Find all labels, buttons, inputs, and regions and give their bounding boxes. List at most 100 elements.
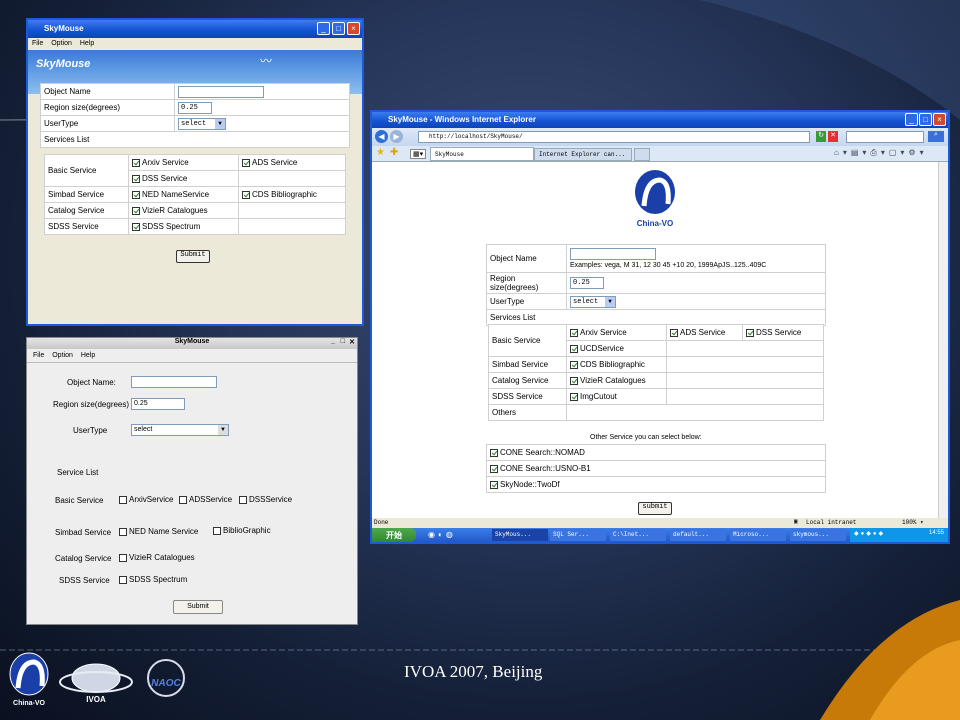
window-title: SkyMouse — [174, 338, 210, 345]
zoom-control[interactable]: 100% ▾ — [902, 519, 924, 526]
checkbox-bibliographic[interactable] — [213, 526, 221, 535]
object-name-input[interactable] — [570, 248, 656, 260]
checkbox-cds[interactable] — [242, 190, 250, 199]
window-titlebar[interactable]: SkyMouse — [28, 20, 362, 38]
checkbox-vizier[interactable] — [132, 206, 140, 215]
maximize-button[interactable]: □ — [919, 113, 932, 126]
quicklaunch-icons[interactable]: ◉◐◍ — [428, 530, 456, 539]
minimize-button[interactable]: _ — [331, 338, 335, 345]
taskbar-item[interactable]: SQL Ser... — [550, 529, 606, 541]
tab-list-icon[interactable]: ▦▾ — [410, 149, 427, 159]
maximize-button[interactable]: □ — [332, 22, 345, 35]
checkbox-dss[interactable] — [132, 174, 140, 183]
label-object-name: Object Name: — [67, 378, 116, 387]
checkbox-cone-nomad[interactable] — [490, 448, 498, 457]
refresh-icon[interactable]: ↻ — [816, 131, 826, 142]
menu-file[interactable]: File — [33, 352, 44, 359]
menu-file[interactable]: File — [32, 40, 43, 47]
new-tab-button[interactable] — [634, 148, 650, 161]
service-sdss: SDSS Service — [488, 388, 567, 405]
address-input[interactable]: http://localhost/SkyMouse/ — [418, 131, 810, 143]
checkbox-cone-usno[interactable] — [490, 464, 498, 473]
submit-button[interactable]: Submit — [173, 600, 223, 614]
usertype-select[interactable]: select ▼ — [570, 295, 616, 308]
add-favorites-icon[interactable]: ✚ — [390, 147, 398, 158]
usertype-value: select — [134, 426, 153, 433]
checkbox-sdss[interactable] — [132, 222, 140, 231]
search-icon[interactable]: ⌕ — [928, 131, 944, 142]
stop-icon[interactable]: ✕ — [828, 131, 838, 142]
checkbox-skynode[interactable] — [490, 480, 498, 489]
zone-icon: ▣ — [794, 518, 798, 525]
address-value: http://localhost/SkyMouse/ — [429, 133, 523, 140]
ads-label: ADSService — [189, 495, 233, 504]
examples-text: Examples: vega, M 31, 12 30 45 +10 20, 1… — [570, 262, 767, 269]
taskbar-item[interactable]: skymous... — [790, 529, 846, 541]
tab-ie-error[interactable]: Internet Explorer can... — [534, 148, 632, 161]
checkbox-dss[interactable] — [239, 495, 247, 504]
service-basic: Basic Service — [44, 154, 129, 187]
menu-option[interactable]: Option — [51, 40, 72, 47]
menu-option[interactable]: Option — [52, 352, 73, 359]
label-object-name: Object Name — [486, 244, 567, 273]
submit-button[interactable]: submit — [638, 502, 672, 515]
region-input[interactable]: 0.25 — [131, 398, 185, 410]
vizier-label: VizieR Catalogues — [129, 553, 195, 562]
submit-button[interactable]: Submit — [176, 250, 210, 263]
menu-help[interactable]: Help — [80, 40, 94, 47]
checkbox-vizier[interactable] — [570, 376, 578, 385]
checkbox-arxiv[interactable] — [132, 158, 140, 167]
china-vo-logo: China-VO — [635, 170, 675, 228]
ucd-label: UCDService — [580, 344, 625, 353]
region-input[interactable]: 0.25 — [178, 101, 212, 114]
search-input[interactable] — [846, 131, 924, 143]
checkbox-imgcutout[interactable] — [570, 392, 578, 401]
bibliographic-label: BiblioGraphic — [223, 526, 271, 535]
checkbox-ned[interactable] — [132, 190, 140, 199]
region-input[interactable]: 0.25 — [570, 277, 604, 289]
checkbox-sdss[interactable] — [119, 575, 127, 584]
dss-label: DSS Service — [142, 174, 188, 183]
taskbar-item[interactable]: default... — [670, 529, 726, 541]
service-others: Others — [488, 404, 567, 421]
close-button[interactable]: × — [933, 113, 946, 126]
object-name-input[interactable] — [178, 85, 264, 98]
naoc-logo: NAOC — [147, 659, 185, 697]
checkbox-ads[interactable] — [670, 328, 678, 337]
menu-help[interactable]: Help — [81, 352, 95, 359]
toolbar-icons[interactable]: ⌂▾▤▾⎙▾▢▾⚙▾ — [834, 148, 928, 158]
minimize-button[interactable]: _ — [317, 22, 330, 35]
object-name-input[interactable] — [131, 376, 217, 388]
taskbar-item[interactable]: Microso... — [730, 529, 786, 541]
close-button[interactable]: ✕ — [349, 338, 355, 346]
maximize-button[interactable]: □ — [341, 338, 345, 345]
back-icon[interactable]: ◀ — [375, 130, 388, 143]
checkbox-dss[interactable] — [746, 328, 754, 337]
dss-label: DSS Service — [756, 328, 802, 337]
taskbar-item[interactable]: SkyMous... — [492, 529, 548, 541]
checkbox-ucd[interactable] — [570, 344, 578, 353]
checkbox-ads[interactable] — [242, 158, 250, 167]
cone-usno-label: CONE Search::USNO-B1 — [500, 464, 591, 473]
minimize-button[interactable]: _ — [905, 113, 918, 126]
checkbox-vizier[interactable] — [119, 553, 127, 562]
tab-skymouse[interactable]: SkyMouse — [430, 147, 534, 161]
tray-icons[interactable]: ◆●◆●◆ — [854, 531, 885, 537]
window-titlebar[interactable]: SkyMouse _ □ ✕ — [27, 338, 357, 349]
window-title: SkyMouse - Windows Internet Explorer — [388, 115, 536, 124]
favorites-star-icon[interactable]: ★ — [376, 147, 385, 158]
taskbar-item[interactable]: C:\Inet... — [610, 529, 666, 541]
service-catalog: Catalog Service — [55, 554, 112, 563]
checkbox-cds[interactable] — [570, 360, 578, 369]
checkbox-ads[interactable] — [179, 495, 187, 504]
checkbox-arxiv[interactable] — [119, 495, 127, 504]
forward-icon[interactable]: ▶ — [390, 130, 403, 143]
scrollbar[interactable] — [938, 162, 948, 518]
checkbox-ned[interactable] — [119, 527, 127, 536]
usertype-select[interactable]: select ▼ — [131, 424, 229, 436]
tab-label: SkyMouse — [435, 151, 464, 158]
start-button[interactable]: 开始 — [372, 528, 416, 542]
checkbox-arxiv[interactable] — [570, 328, 578, 337]
close-button[interactable]: × — [347, 22, 360, 35]
usertype-select[interactable]: select ▼ — [178, 117, 226, 130]
